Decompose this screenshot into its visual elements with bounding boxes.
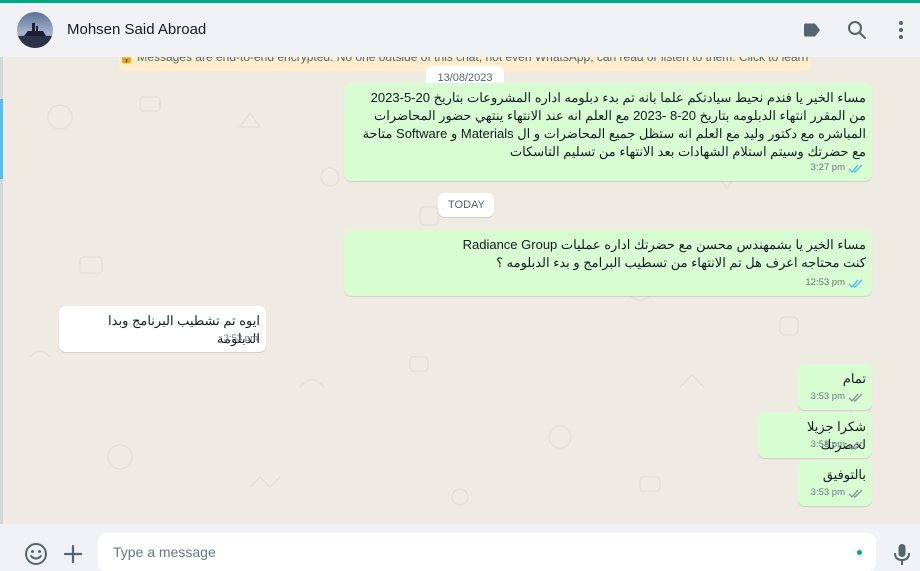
message-text: تمام (842, 371, 866, 386)
message-meta: 3:53 pm (811, 484, 864, 502)
message-time: 3:53 pm (810, 487, 845, 498)
message-meta: 3:27 pm (811, 159, 864, 177)
emoji-icon[interactable] (23, 541, 49, 567)
message-meta: 3:53 pm (811, 436, 864, 454)
left-edge-highlight (0, 99, 3, 179)
menu-icon[interactable] (889, 18, 913, 42)
chat-header: Mohsen Said Abroad (0, 3, 920, 57)
attach-plus-icon[interactable] (60, 541, 86, 567)
message-bubble-outgoing[interactable]: شكرا جزيلا لحضرتك 3:53 pm (758, 412, 872, 458)
contact-name[interactable]: Mohsen Said Abroad (67, 21, 206, 38)
message-time: 3:53 pm (223, 333, 258, 344)
message-time: 12:53 pm (805, 277, 845, 288)
date-chip-today: TODAY (438, 193, 494, 217)
search-icon[interactable] (845, 18, 869, 42)
message-meta: 12:53 pm (805, 274, 864, 292)
message-time: 3:53 pm (810, 391, 845, 402)
message-text: بالتوفيق (822, 467, 866, 482)
message-bubble-incoming[interactable]: ايوه تم تشطيب البرنامج وبدا الدبلومة 3:5… (59, 306, 266, 352)
status-dot (857, 550, 862, 555)
message-input-box[interactable] (98, 533, 876, 571)
double-check-read-icon (848, 279, 863, 288)
label-icon[interactable] (800, 18, 824, 42)
double-check-icon (848, 489, 863, 498)
message-text: مساء الخير يا بشمهندس محسن مع حضرتك ادار… (462, 237, 866, 270)
message-bubble-outgoing[interactable]: بالتوفيق 3:53 pm (798, 460, 872, 506)
double-check-icon (848, 441, 863, 450)
message-time: 3:27 pm (810, 162, 845, 173)
message-time: 3:53 pm (810, 439, 845, 450)
composer-bar (0, 524, 920, 571)
message-bubble-outgoing[interactable]: تمام 3:53 pm (798, 364, 872, 410)
left-edge-divider (0, 57, 3, 524)
message-meta: 3:53 pm (224, 330, 258, 348)
message-bubble-outgoing[interactable]: مساء الخير يا بشمهندس محسن مع حضرتك ادار… (344, 230, 872, 296)
message-text: مساء الخير يا فندم نحيط سيادتكم علما بان… (362, 90, 866, 159)
double-check-icon (848, 393, 863, 402)
message-meta: 3:53 pm (811, 388, 864, 406)
message-input[interactable] (98, 533, 798, 571)
avatar[interactable] (17, 12, 53, 48)
chat-area[interactable]: 🔒 Messages are end-to-end encrypted. No … (0, 57, 920, 524)
message-bubble-outgoing[interactable]: مساء الخير يا فندم نحيط سيادتكم علما بان… (344, 83, 872, 181)
microphone-icon[interactable] (889, 541, 915, 567)
double-check-read-icon (848, 164, 863, 173)
